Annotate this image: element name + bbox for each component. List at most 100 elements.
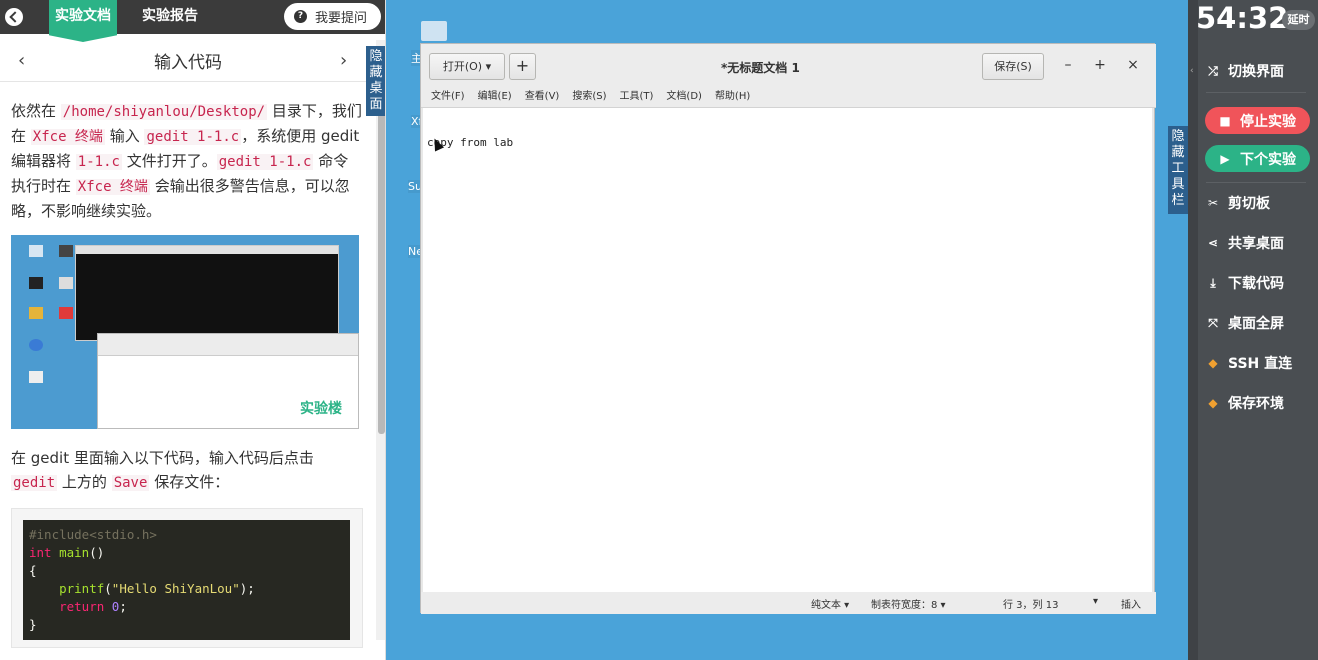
code-block[interactable]: #include<stdio.h> int main() { printf("H… xyxy=(23,520,350,640)
code-token: { xyxy=(29,563,37,578)
next-step-button[interactable]: › xyxy=(340,50,347,71)
code-token: "Hello ShiYanLou" xyxy=(111,581,240,596)
thumb-terminal-line xyxy=(76,261,338,268)
menu-file[interactable]: 文件(F) xyxy=(431,88,465,107)
thumb-terminal-titlebar xyxy=(76,246,338,254)
ssh-connect-label: SSH 直连 xyxy=(1228,356,1293,372)
syntax-mode-dropdown[interactable]: 纯文本 ▾ xyxy=(811,596,849,611)
divider xyxy=(1206,182,1306,183)
new-document-button[interactable]: + xyxy=(509,53,536,80)
browser-icon xyxy=(29,339,43,351)
open-file-label: 打开(O) xyxy=(442,60,483,73)
gedit-menubar: 文件(F) 编辑(E) 查看(V) 搜索(S) 工具(T) 文档(D) 帮助(H… xyxy=(421,88,1156,108)
text: 保存文件： xyxy=(149,473,230,491)
ask-question-label: 我要提问 xyxy=(315,11,368,26)
fullscreen-label: 桌面全屏 xyxy=(1228,316,1284,332)
lab-control-panel: ‹ 54:32 延时 ⤮ 切换界面 ■ 停止实验 ▶ 下个实验 ✂ 剪切板 ⋖ … xyxy=(1188,0,1318,660)
menu-tools[interactable]: 工具(T) xyxy=(620,88,654,107)
save-environment-button[interactable]: ◆ 保存环境 xyxy=(1206,389,1284,417)
text: 依然在 xyxy=(11,102,61,120)
thumb-terminal-window xyxy=(75,245,339,341)
step-title: 输入代码 xyxy=(154,53,222,73)
tab-width-dropdown[interactable]: 制表符宽度：8 ▾ xyxy=(871,596,946,611)
thumb-terminal-line xyxy=(76,268,338,275)
app-icon xyxy=(59,277,73,289)
stop-lab-label: 停止实验 xyxy=(1240,113,1296,130)
maximize-icon[interactable]: + xyxy=(1091,56,1109,74)
clipboard-label: 剪切板 xyxy=(1228,196,1270,212)
code-token: int xyxy=(29,545,52,560)
clipboard-button[interactable]: ✂ 剪切板 xyxy=(1206,189,1270,217)
code-token: ); xyxy=(239,581,255,596)
menu-edit[interactable]: 编辑(E) xyxy=(478,88,512,107)
text: 上方的 xyxy=(57,473,112,491)
save-button[interactable]: 保存(S) xyxy=(982,53,1044,80)
hide-toolbar-toggle[interactable]: 隐藏工具栏 xyxy=(1168,126,1188,214)
menu-view[interactable]: 查看(V) xyxy=(525,88,560,107)
gedit-headerbar: 打开(O) ▾ + *无标题文档 1 保存(S) – + × xyxy=(421,44,1156,88)
text-editor-area[interactable]: copy from lab xyxy=(423,108,1152,592)
next-lab-button[interactable]: ▶ 下个实验 xyxy=(1205,145,1310,172)
code-token: printf xyxy=(59,581,105,596)
chevron-down-icon: ▾ xyxy=(485,60,492,73)
text: 在 gedit 里面输入以下代码，输入代码后点击 xyxy=(11,449,314,467)
scissors-icon: ✂ xyxy=(1207,196,1219,210)
diamond-icon: ◆ xyxy=(1208,396,1218,410)
thumb-gedit-window: 实验楼 xyxy=(97,333,359,429)
lab-timer: 54:32 xyxy=(1196,1,1289,35)
stop-lab-button[interactable]: ■ 停止实验 xyxy=(1205,107,1310,134)
ask-question-button[interactable]: ? 我要提问 xyxy=(284,3,381,30)
thumb-terminal-line xyxy=(76,254,338,261)
code-token: } xyxy=(29,617,37,632)
terminal-icon xyxy=(29,277,43,289)
download-icon: ⤓ xyxy=(1210,275,1216,290)
open-file-button[interactable]: 打开(O) ▾ xyxy=(429,53,505,80)
tab-lab-doc[interactable]: 实验文档 xyxy=(49,0,117,42)
menu-documents[interactable]: 文档(D) xyxy=(666,88,702,107)
doc-content: 依然在 /home/shiyanlou/Desktop/ 目录下，我们在 Xfc… xyxy=(11,99,363,223)
position-dropdown-icon[interactable]: ▾ xyxy=(1093,596,1098,607)
hide-desktop-toggle[interactable]: 隐藏桌面 xyxy=(366,46,385,116)
fullscreen-icon: ⤧ xyxy=(1208,315,1218,330)
back-icon[interactable] xyxy=(5,8,23,26)
divider xyxy=(1206,92,1306,93)
inline-code: 1-1.c xyxy=(75,154,122,170)
chevron-left-icon[interactable]: ‹ xyxy=(1190,66,1194,76)
share-desktop-label: 共享桌面 xyxy=(1228,236,1284,252)
doc-topbar: 实验文档 实验报告 ? 我要提问 xyxy=(0,0,385,42)
share-desktop-button[interactable]: ⋖ 共享桌面 xyxy=(1206,229,1284,257)
editor-icon xyxy=(29,307,43,319)
minimize-icon[interactable]: – xyxy=(1059,56,1077,74)
menu-search[interactable]: 搜索(S) xyxy=(572,88,606,107)
switch-ui-label: 切换界面 xyxy=(1228,64,1284,80)
ssh-connect-button[interactable]: ◆ SSH 直连 xyxy=(1206,349,1292,377)
thumb-gedit-toolbar xyxy=(98,334,358,356)
switch-ui-button[interactable]: ⤮ 切换界面 xyxy=(1206,57,1284,85)
inline-code: gedit 1-1.c xyxy=(144,129,242,145)
home-folder-icon[interactable] xyxy=(421,21,447,41)
diamond-icon: ◆ xyxy=(1208,356,1218,370)
shiyanlou-logo: 实验楼 xyxy=(300,401,342,417)
code-token: ( xyxy=(104,581,112,596)
fullscreen-button[interactable]: ⤧ 桌面全屏 xyxy=(1206,309,1284,337)
close-icon[interactable]: × xyxy=(1124,56,1142,74)
inline-code: gedit xyxy=(11,475,58,491)
gedit-window: 打开(O) ▾ + *无标题文档 1 保存(S) – + × 文件(F) 编辑(… xyxy=(420,43,1156,614)
menu-help[interactable]: 帮助(H) xyxy=(715,88,750,107)
inline-code: Save xyxy=(111,475,150,491)
question-icon: ? xyxy=(294,10,307,23)
tab-lab-report[interactable]: 实验报告 xyxy=(128,0,212,34)
extend-time-button[interactable]: 延时 xyxy=(1282,10,1315,30)
collapse-panel-strip[interactable]: ‹ xyxy=(1188,0,1198,660)
code-token: () xyxy=(89,545,105,560)
instruction-paragraph: 依然在 /home/shiyanlou/Desktop/ 目录下，我们在 Xfc… xyxy=(11,99,363,223)
lab-doc-panel: 实验文档 实验报告 ? 我要提问 ‹ 输入代码 › 隐藏桌面 依然在 /home… xyxy=(0,0,386,660)
text: 输入 xyxy=(104,127,145,145)
gedit-statusbar: 纯文本 ▾ 制表符宽度：8 ▾ 行 3，列 13 ▾ 插入 xyxy=(421,592,1156,614)
app-icon xyxy=(59,307,73,319)
code-token: main xyxy=(59,545,90,560)
download-code-button[interactable]: ⤓ 下载代码 xyxy=(1206,269,1284,297)
cursor-position[interactable]: 行 3，列 13 xyxy=(1003,596,1058,611)
code-token: #include<stdio.h> xyxy=(29,527,157,542)
text: 文件打开了。 xyxy=(121,152,217,170)
